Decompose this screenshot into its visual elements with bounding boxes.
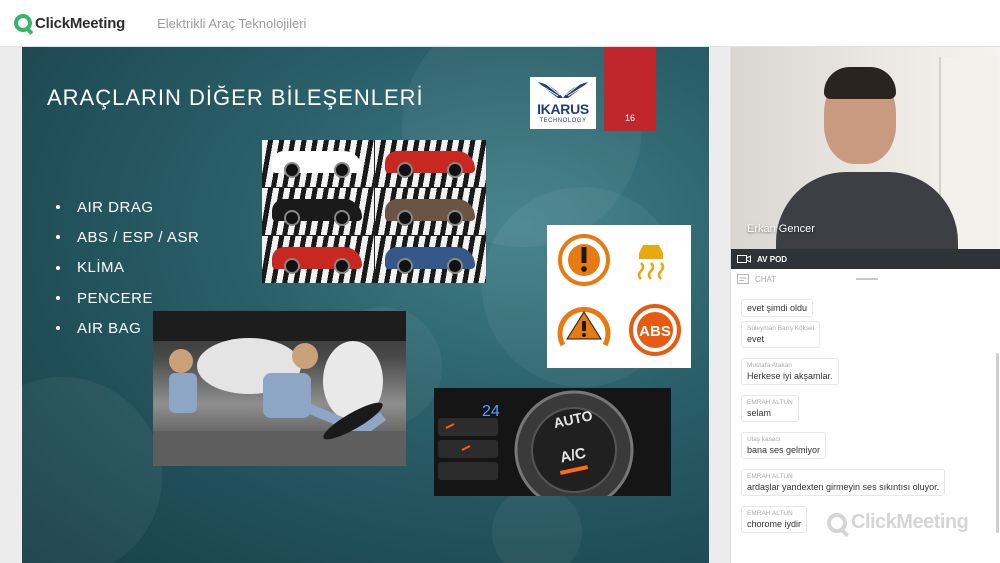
clickmeeting-watermark: ClickMeeting (827, 511, 969, 534)
chat-message: Mustafa Atakan Herkese iyi akşamlar. (741, 358, 839, 385)
bullet-icon (56, 326, 60, 331)
warning-lights-image: ABS (547, 225, 691, 368)
message-author: Mustafa Atakan (747, 362, 792, 369)
message-text: bana ses gelmiyor (747, 445, 821, 455)
bullet-icon (56, 265, 60, 270)
slide-page-number: 16 (624, 113, 635, 123)
chat-scrollbar[interactable] (996, 353, 999, 533)
slide-title: ARAÇLARIN DİĞER BİLEŞENLERİ (47, 85, 424, 110)
climate-control-image: 24 AUTO A/C (434, 388, 671, 496)
right-panel: Erkan Gencer AV POD CHAT evet şimdi oldu… (730, 47, 1000, 563)
bullet-icon (56, 235, 60, 240)
panel-resize-handle[interactable] (856, 278, 878, 280)
ikarus-logo: IKARUS TECHNOLOGY (530, 77, 596, 129)
chat-message: EMRAH ALTUN selam (741, 395, 799, 422)
bullet-item: KLİMA (56, 253, 199, 283)
temperature-display: 24 (482, 403, 500, 420)
presentation-slide: ARAÇLARIN DİĞER BİLEŞENLERİ IKARUS TECHN… (22, 47, 709, 563)
presenter-hair (824, 67, 896, 99)
ikarus-subtitle: TECHNOLOGY (539, 118, 587, 124)
chat-message: Ulaş kasacı bana ses gelmiyor (741, 432, 827, 459)
bullet-icon (56, 296, 60, 301)
message-text: chorome iydir (747, 519, 802, 529)
airbag-crash-test-image (153, 311, 406, 466)
car-photo (262, 140, 374, 187)
slide-ribbon: 16 (604, 47, 656, 131)
car-icon (272, 247, 362, 274)
wings-icon (538, 82, 588, 98)
video-toolbar: AV POD (731, 249, 1000, 269)
car-photo (262, 236, 374, 283)
clickmeeting-logo[interactable]: ClickMeeting (14, 14, 125, 32)
brand-name: ClickMeeting (35, 14, 126, 32)
event-title: Elektrikli Araç Teknolojileri (157, 15, 307, 31)
message-author: EMRAH ALTUN (747, 473, 793, 480)
message-author: Süleyman Barış Köksel (747, 325, 815, 332)
presenter-name: Erkan Gencer (747, 223, 815, 235)
message-author: EMRAH ALTUN (747, 399, 793, 406)
message-text: selam (747, 408, 772, 418)
bullet-item: PENCERE (56, 283, 199, 313)
clickmeeting-logo-icon (14, 14, 32, 32)
message-text: ardaşlar yandexten girmeyin ses sıkıntıs… (747, 482, 940, 492)
car-icon (272, 151, 362, 178)
message-text: Herkese iyi akşamlar. (747, 371, 833, 381)
message-text: evet şimdi oldu (747, 303, 808, 313)
tire-pressure-warning-icon (557, 306, 611, 347)
car-photo (262, 188, 374, 235)
bullet-text: AIR DRAG (77, 198, 154, 216)
message-author: Ulaş kasacı (747, 436, 781, 443)
chat-message: EMRAH ALTUN ardaşlar yandexten girmeyin … (741, 469, 946, 496)
car-photo (374, 236, 486, 283)
abs-label: ABS (639, 323, 671, 340)
chat-title: CHAT (755, 274, 777, 284)
message-text: evet (747, 334, 765, 344)
wind-tunnel-cars-image (262, 140, 486, 283)
car-icon (272, 199, 362, 226)
chat-icon[interactable] (737, 274, 749, 284)
car-icon (384, 247, 475, 274)
camera-icon[interactable] (737, 254, 751, 264)
car-photo (374, 140, 486, 187)
message-author: EMRAH ALTUN (747, 510, 793, 517)
car-photo (374, 188, 486, 235)
chat-header: CHAT (731, 269, 1000, 289)
brake-warning-icon (558, 234, 610, 286)
chat-message: EMRAH ALTUN chorome iydir (741, 506, 808, 533)
watermark-logo-icon (827, 512, 847, 533)
watermark-text: ClickMeeting (851, 511, 969, 533)
dummy-head-icon (292, 343, 318, 369)
bullet-text: KLİMA (77, 259, 125, 277)
presentation-stage: ARAÇLARIN DİĞER BİLEŞENLERİ IKARUS TECHN… (0, 47, 730, 563)
abs-warning-icon: ABS (629, 304, 681, 356)
ikarus-name: IKARUS (537, 101, 589, 117)
bullet-text: AIR BAG (77, 319, 142, 337)
bullet-text: PENCERE (77, 289, 154, 307)
stream-label: AV POD (757, 254, 788, 264)
bullet-text: ABS / ESP / ASR (77, 228, 200, 246)
chat-message: Süleyman Barış Köksel evet (741, 321, 821, 348)
bullet-item: AIR DRAG (56, 192, 199, 222)
bullet-icon (56, 205, 60, 210)
top-bar: ClickMeeting Elektrikli Araç Teknolojile… (0, 0, 1000, 47)
dummy-head-icon (169, 349, 193, 373)
bullet-item: ABS / ESP / ASR (56, 222, 199, 252)
car-icon (384, 199, 475, 226)
chat-messages[interactable]: evet şimdi oldu Süleyman Barış Köksel ev… (731, 293, 1000, 563)
chat-message: evet şimdi oldu (741, 299, 814, 317)
car-icon (384, 151, 475, 178)
stability-control-icon (637, 245, 665, 280)
presenter-video[interactable]: Erkan Gencer AV POD (731, 47, 1000, 269)
